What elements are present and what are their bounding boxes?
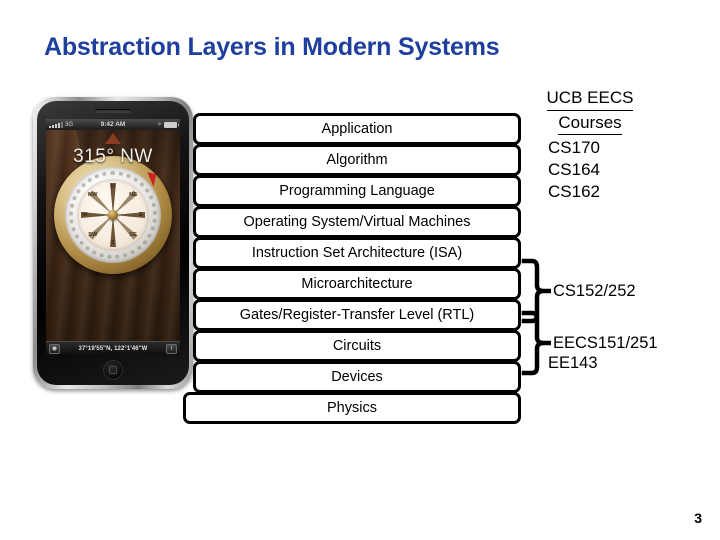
layer-box-programming-language: Programming Language [193, 175, 521, 207]
compass-label-s: S [111, 240, 115, 247]
page-title: Abstraction Layers in Modern Systems [44, 33, 500, 61]
layer-box-physics: Physics [183, 392, 521, 424]
layer-label: Application [321, 120, 393, 137]
ucb-eecs-courses-column: UCB EECS Courses CS170 CS164 CS162 [530, 88, 715, 203]
compass-degree-ring: N NE E SE S SW W NW [65, 167, 161, 263]
compass-north-needle-icon [144, 172, 157, 187]
layer-label: Gates/Register-Transfer Level (RTL) [239, 306, 475, 323]
compass-label-e: E [139, 212, 144, 218]
compass-label-n: N [110, 183, 116, 190]
compass-label-nw: NW [88, 191, 98, 198]
layer-box-devices: Devices [193, 361, 521, 393]
annotation-label-ee143: EE143 [548, 354, 598, 372]
courses-heading-line2: Courses [558, 113, 622, 136]
layer-label: Programming Language [279, 182, 435, 199]
compass-label-ne: NE [129, 191, 138, 198]
course-item: CS162 [548, 181, 600, 201]
compass-label-se: SE [129, 232, 138, 239]
layer-box-isa: Instruction Set Architecture (ISA) [193, 237, 521, 269]
layer-label: Physics [327, 399, 377, 416]
layer-box-algorithm: Algorithm [193, 144, 521, 176]
phone-status-bar: 3G 9:42 AM ✧ [46, 119, 180, 130]
compass-heading-readout: 315° NW [73, 146, 153, 167]
compass-rose: N NE E SE S SW W NW [77, 179, 149, 251]
phone-coordinates-bar: ◉ 37°19'55"N, 122°1'46"W 𝑖 [46, 341, 180, 355]
home-button-square-icon [109, 366, 117, 374]
annotation-label: EECS151/251 [553, 333, 658, 352]
layer-label: Circuits [332, 337, 382, 354]
compass-label-w: W [82, 212, 88, 218]
earpiece-speaker [95, 109, 131, 113]
layer-label: Instruction Set Architecture (ISA) [251, 244, 463, 261]
info-icon[interactable]: 𝑖 [166, 343, 177, 354]
curly-brace-icon [521, 310, 551, 376]
layer-box-circuits: Circuits [193, 330, 521, 362]
course-item: CS170 [548, 138, 600, 158]
phone-body: 3G 9:42 AM ✧ 315° NW N NE E SE S SW W NW… [37, 101, 189, 385]
iphone-image: 3G 9:42 AM ✧ 315° NW N NE E SE S SW W NW… [33, 97, 193, 389]
compass-hub [108, 210, 118, 220]
battery-icon [164, 121, 179, 128]
page-number: 3 [694, 510, 702, 526]
layer-box-microarchitecture: Microarchitecture [193, 268, 521, 300]
home-button[interactable] [103, 360, 123, 380]
abstraction-layer-stack: Application Algorithm Programming Langua… [183, 113, 521, 424]
courses-heading: UCB EECS Courses [530, 88, 650, 136]
compass-dial: N NE E SE S SW W NW [54, 156, 172, 274]
courses-heading-line1: UCB EECS [546, 88, 634, 111]
target-icon[interactable]: ◉ [49, 343, 60, 354]
layer-label: Operating System/Virtual Machines [243, 213, 471, 230]
layer-label: Devices [331, 368, 383, 385]
layer-box-application: Application [193, 113, 521, 145]
annotation-label: CS152/252 [553, 281, 636, 300]
status-bar-time: 9:42 AM [100, 121, 126, 128]
layer-label: Algorithm [326, 151, 388, 168]
layer-box-rtl: Gates/Register-Transfer Level (RTL) [193, 299, 521, 331]
compass-label-sw: SW [88, 232, 98, 239]
coordinates-readout: 37°19'55"N, 122°1'46"W [78, 345, 148, 352]
course-item: CS164 [548, 160, 600, 180]
layer-label: Microarchitecture [301, 275, 413, 292]
phone-screen: 3G 9:42 AM ✧ 315° NW N NE E SE S SW W NW… [46, 119, 180, 355]
layer-box-operating-system: Operating System/Virtual Machines [193, 206, 521, 238]
compass-pointer-icon [105, 133, 121, 144]
